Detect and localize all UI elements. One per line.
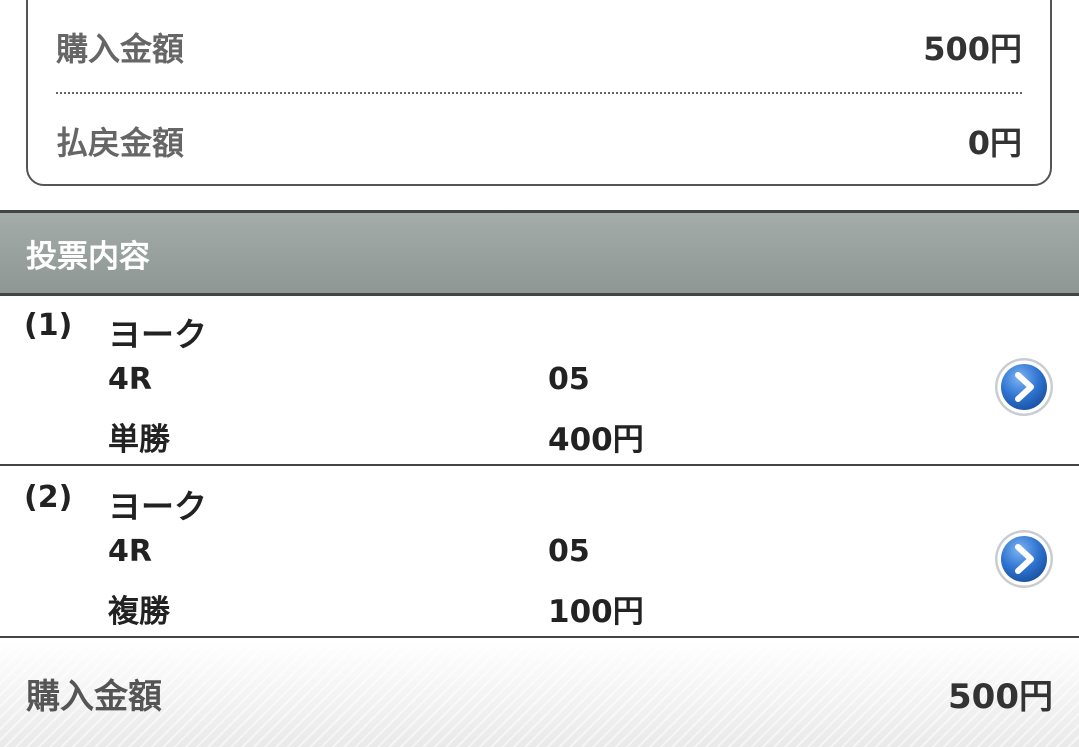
total-amount-value: 500円 (948, 677, 1053, 717)
refund-amount-value: 0円 (967, 124, 1022, 162)
purchase-amount-row: 購入金額 500円 (56, 17, 1022, 77)
purchase-amount-label: 購入金額 (56, 30, 185, 68)
chevron-right-circle-icon[interactable] (993, 528, 1055, 590)
total-footer: 購入金額 500円 (0, 640, 1079, 747)
chevron-right-circle-icon[interactable] (993, 356, 1055, 418)
summary-box: 購入金額 500円 払戻金額 0円 (26, 0, 1052, 186)
bet-combination: 05 (548, 362, 590, 397)
section-header: 投票内容 (0, 210, 1079, 296)
bet-type: 複勝 (108, 594, 170, 630)
bet-race: 4R (108, 362, 152, 397)
bet-race: 4R (108, 534, 152, 569)
section-title: 投票内容 (26, 238, 150, 275)
bet-combination: 05 (548, 534, 590, 569)
bet-item[interactable]: (2) ヨーク 4R 複勝 05 100円 (0, 468, 1079, 638)
summary-divider (56, 92, 1022, 94)
bet-venue: ヨーク (108, 315, 207, 354)
purchase-amount-value: 500円 (923, 30, 1022, 68)
bet-amount: 100円 (548, 594, 644, 630)
bet-venue: ヨーク (108, 487, 207, 526)
bet-number: (2) (24, 480, 73, 515)
bet-type: 単勝 (108, 422, 170, 458)
refund-amount-label: 払戻金額 (56, 124, 185, 162)
bet-number: (1) (24, 308, 73, 343)
bet-amount: 400円 (548, 422, 644, 458)
bet-item[interactable]: (1) ヨーク 4R 単勝 05 400円 (0, 296, 1079, 466)
refund-amount-row: 払戻金額 0円 (56, 111, 1022, 171)
total-amount-label: 購入金額 (26, 677, 162, 717)
